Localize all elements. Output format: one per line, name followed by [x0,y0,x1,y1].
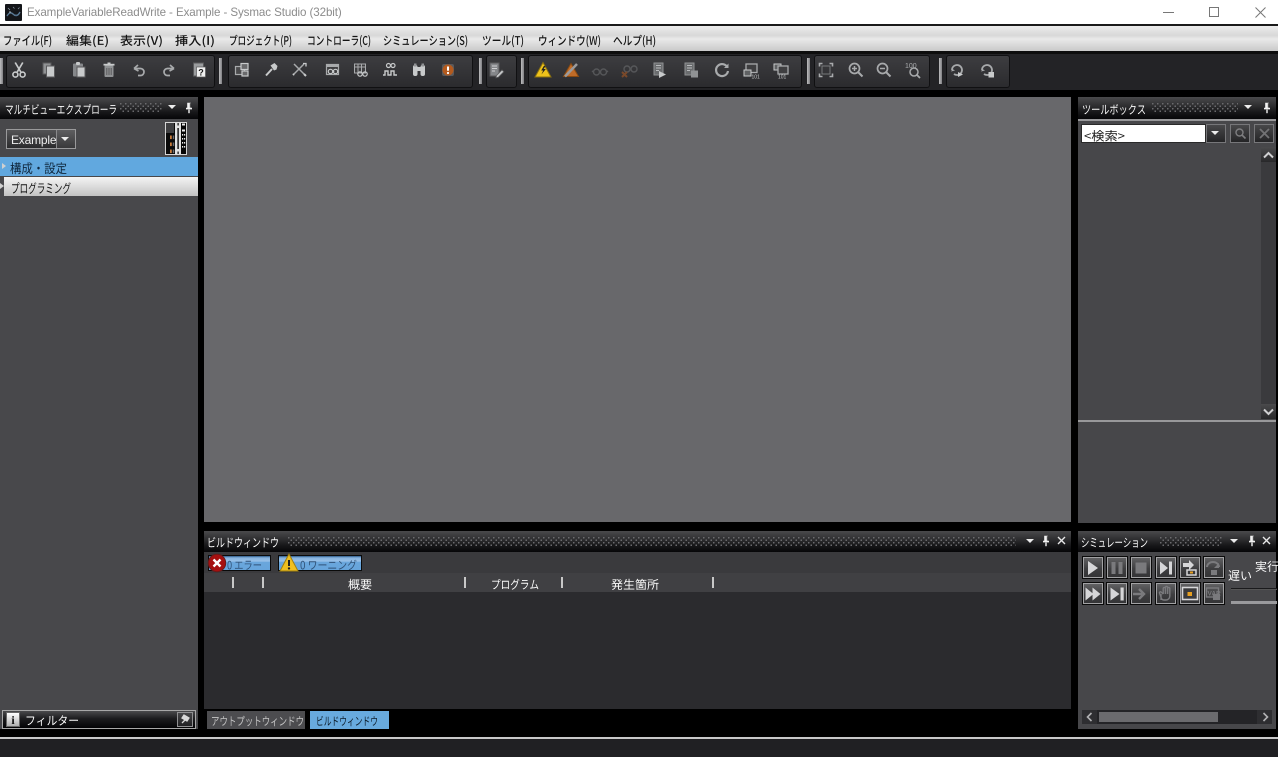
svg-text:101: 101 [752,75,761,80]
svg-text:?: ? [198,68,204,78]
svg-text:101: 101 [778,75,787,80]
